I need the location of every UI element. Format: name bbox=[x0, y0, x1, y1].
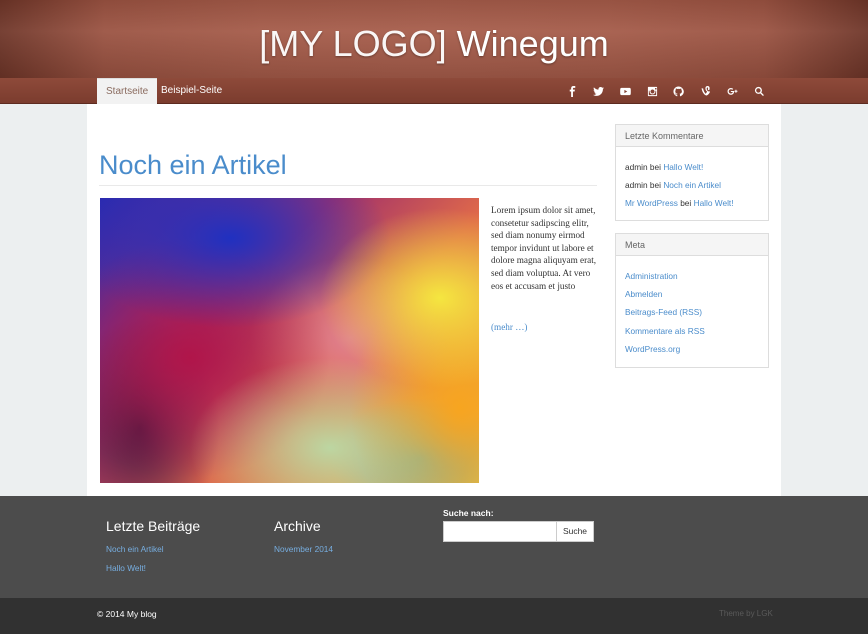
post-featured-image[interactable] bbox=[100, 198, 479, 483]
post-title[interactable]: Noch ein Artikel bbox=[99, 148, 287, 182]
main-navigation: Startseite Beispiel-Seite bbox=[0, 78, 868, 104]
footer-archive-title: Archive bbox=[274, 518, 321, 534]
meta-link-posts-feed[interactable]: Beitrags-Feed (RSS) bbox=[625, 307, 702, 317]
logo-site-name: Winegum bbox=[456, 23, 609, 64]
footer-search-input[interactable] bbox=[443, 521, 557, 542]
meta-link-wordpress-org[interactable]: WordPress.org bbox=[625, 344, 680, 354]
comment-separator: bei bbox=[649, 180, 661, 190]
footer-search-label: Suche nach: bbox=[443, 508, 494, 518]
search-icon[interactable] bbox=[750, 78, 768, 104]
github-icon[interactable] bbox=[669, 78, 687, 104]
widget-meta: Meta Administration Abmelden Beitrags-Fe… bbox=[615, 233, 769, 368]
meta-link-comments-feed[interactable]: Kommentare als RSS bbox=[625, 326, 705, 336]
comment-item: Mr WordPress bei Hallo Welt! bbox=[625, 198, 734, 208]
twitter-icon[interactable] bbox=[589, 78, 607, 104]
site-footer: Letzte Beiträge Noch ein Artikel Hallo W… bbox=[0, 496, 868, 598]
footer-recent-posts-title: Letzte Beiträge bbox=[106, 518, 201, 534]
read-more-link[interactable]: (mehr …) bbox=[491, 322, 527, 332]
comment-author-link[interactable]: Mr WordPress bbox=[625, 198, 678, 208]
comment-author: admin bbox=[625, 180, 648, 190]
main-content: Noch ein Artikel Lorem ipsum dolor sit a… bbox=[87, 104, 781, 496]
facebook-icon[interactable] bbox=[563, 78, 581, 104]
comment-post-link[interactable]: Noch ein Artikel bbox=[663, 180, 721, 190]
widget-title: Meta bbox=[616, 234, 768, 256]
comment-post-link[interactable]: Hallo Welt! bbox=[663, 162, 703, 172]
footer-recent-post-link[interactable]: Noch ein Artikel bbox=[106, 544, 164, 554]
comment-separator: bei bbox=[680, 198, 692, 208]
logo-placeholder-text: [MY LOGO] bbox=[259, 23, 447, 64]
post-excerpt: Lorem ipsum dolor sit amet, consetetur s… bbox=[491, 205, 597, 291]
post-title-divider bbox=[99, 185, 597, 186]
theme-credit-link[interactable]: Theme by LGK bbox=[719, 609, 773, 618]
site-header: [MY LOGO] Winegum bbox=[0, 0, 868, 78]
vine-icon[interactable] bbox=[696, 78, 714, 104]
google-plus-icon[interactable] bbox=[723, 78, 741, 104]
comment-item: admin bei Hallo Welt! bbox=[625, 162, 703, 172]
comment-post-link[interactable]: Hallo Welt! bbox=[694, 198, 734, 208]
nav-item-startseite[interactable]: Startseite bbox=[97, 78, 158, 104]
comment-author: admin bbox=[625, 162, 648, 172]
widget-title: Letzte Kommentare bbox=[616, 125, 768, 147]
meta-link-abmelden[interactable]: Abmelden bbox=[625, 289, 662, 299]
comment-separator: bei bbox=[649, 162, 661, 172]
footer-search-button[interactable]: Suche bbox=[556, 521, 594, 542]
footer-archive-link[interactable]: November 2014 bbox=[274, 544, 333, 554]
site-logo[interactable]: [MY LOGO] Winegum bbox=[0, 22, 868, 66]
nav-item-beispiel-seite[interactable]: Beispiel-Seite bbox=[152, 78, 231, 104]
meta-link-administration[interactable]: Administration bbox=[625, 271, 678, 281]
widget-recent-comments: Letzte Kommentare admin bei Hallo Welt! … bbox=[615, 124, 769, 221]
comment-item: admin bei Noch ein Artikel bbox=[625, 180, 721, 190]
instagram-icon[interactable] bbox=[643, 78, 661, 104]
copyright-text: © 2014 My blog bbox=[97, 609, 157, 619]
bottom-bar: © 2014 My blog Theme by LGK bbox=[0, 598, 868, 634]
footer-recent-post-link[interactable]: Hallo Welt! bbox=[106, 563, 146, 573]
youtube-icon[interactable] bbox=[616, 78, 634, 104]
